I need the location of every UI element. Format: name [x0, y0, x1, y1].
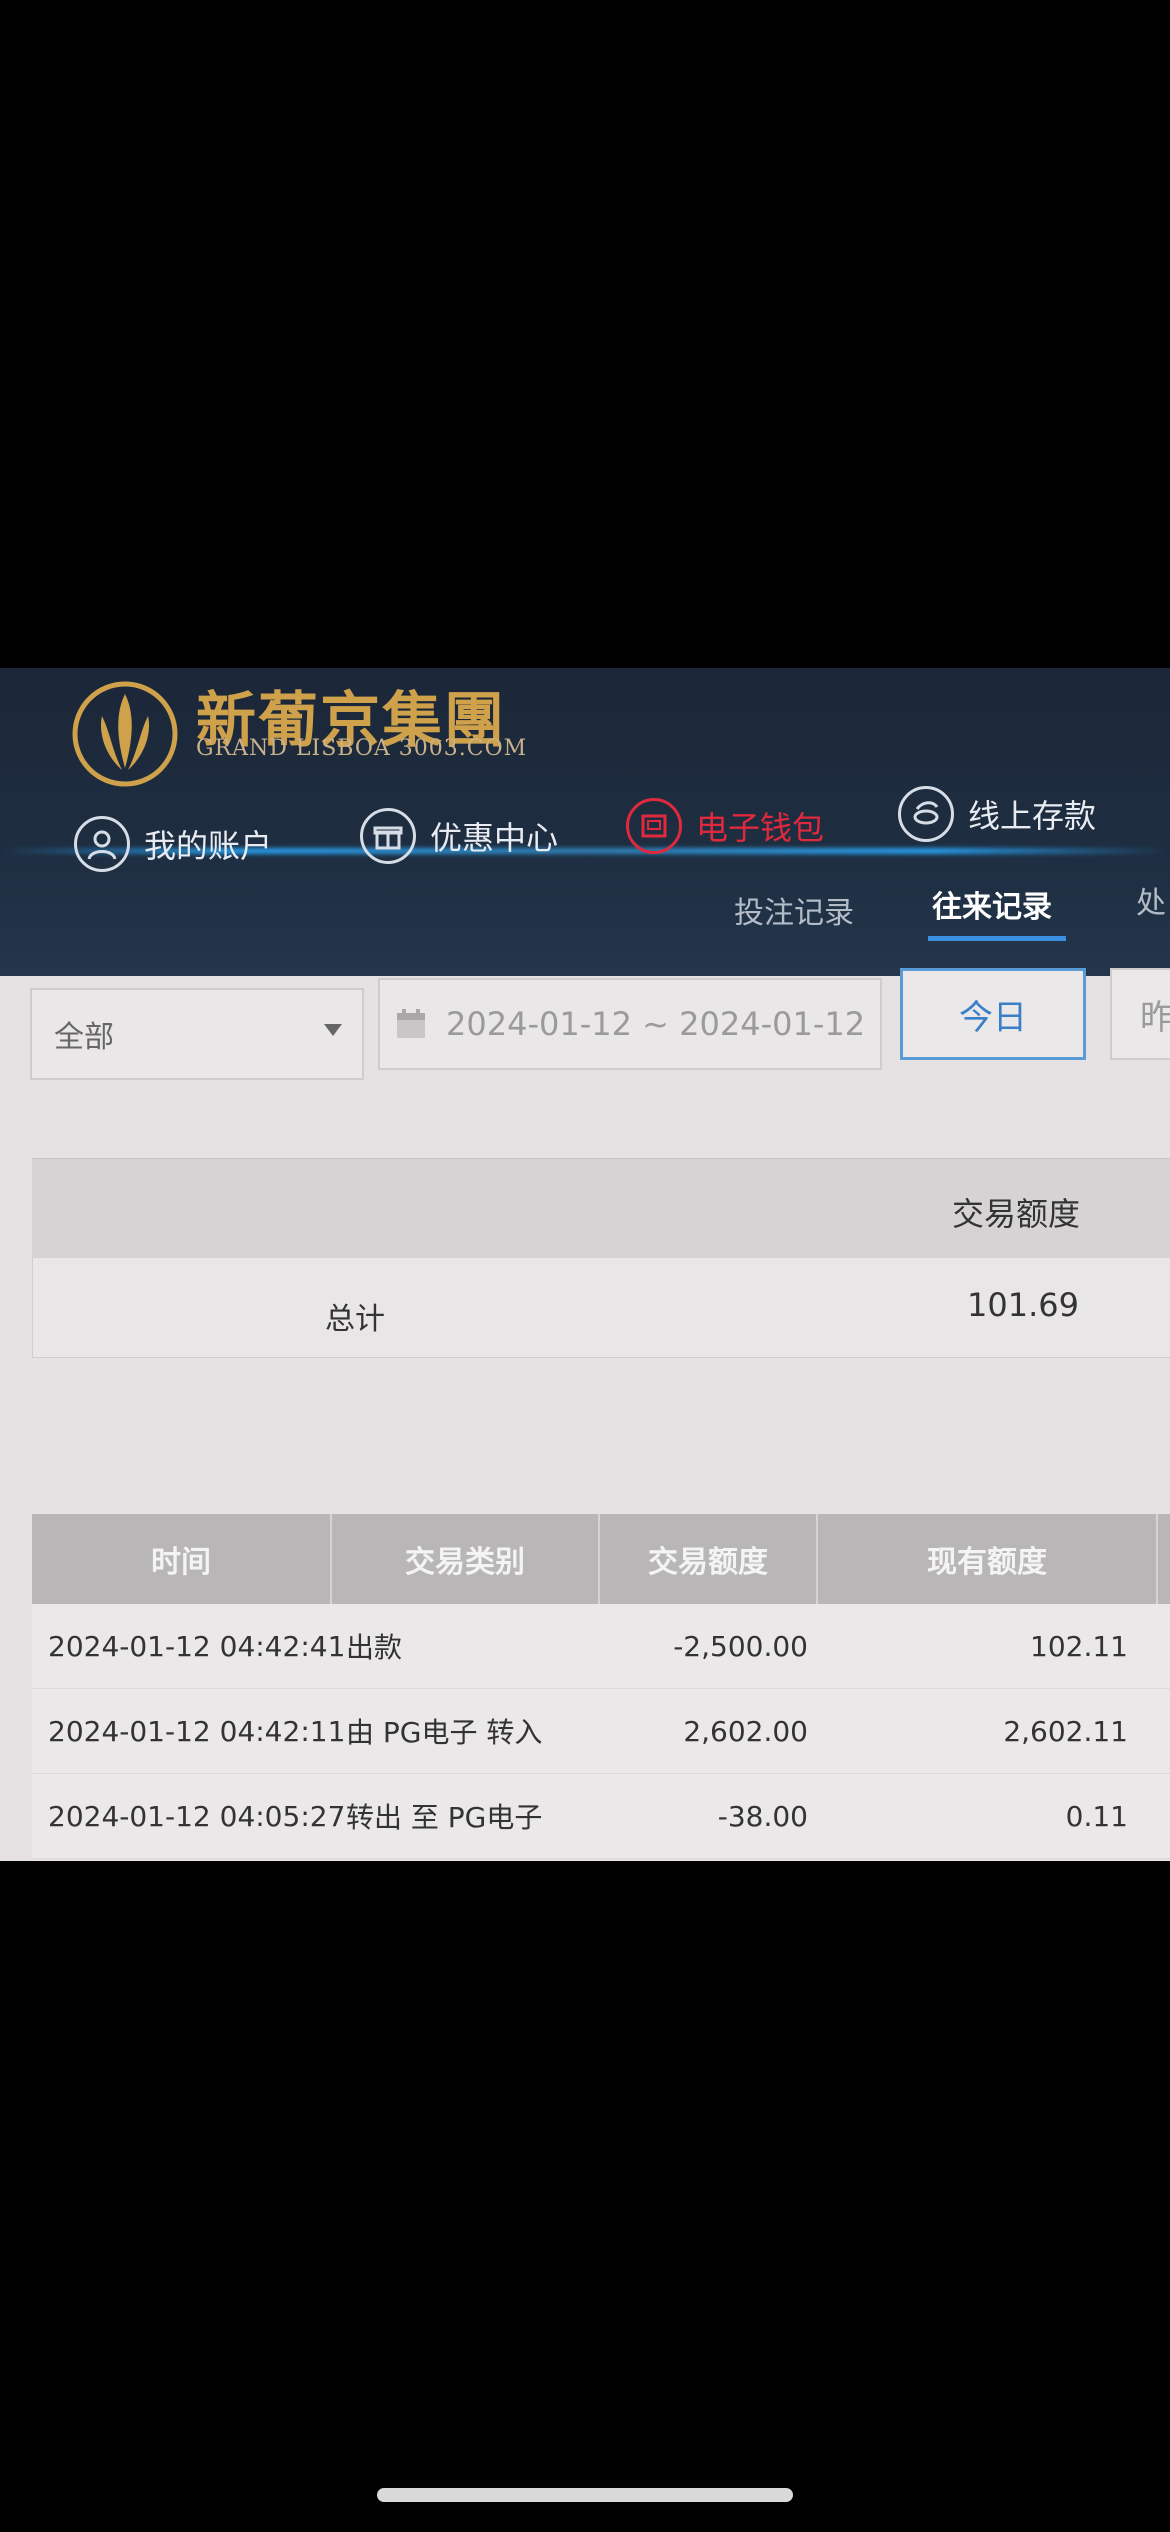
cell-amount: 2,602.00 [683, 1714, 808, 1748]
summary-total-row: 总计 101.69 [32, 1258, 1170, 1358]
today-button[interactable]: 今日 [900, 968, 1086, 1060]
transactions-table: 时间 交易类别 交易额度 现有额度 2024-01-12 04:42:41 出款… [32, 1514, 1170, 1859]
summary-header: 交易额度 [32, 1158, 1170, 1258]
wallet-icon [626, 798, 682, 854]
cell-type: 转出 至 PG电子 [346, 1801, 543, 1834]
column-header-time: 时间 [32, 1514, 332, 1604]
summary-amount-header: 交易额度 [952, 1195, 1081, 1233]
table-row: 2024-01-12 04:42:41 出款 -2,500.00 102.11 [32, 1604, 1170, 1689]
lotus-logo-icon [72, 681, 178, 787]
nav-online-deposit[interactable]: 线上存款 [898, 786, 1096, 842]
cell-time: 2024-01-12 04:42:41 [48, 1629, 346, 1663]
column-header-amount: 交易额度 [600, 1514, 818, 1604]
user-icon [74, 816, 130, 872]
deposit-icon [898, 786, 954, 842]
date-range-input[interactable]: 2024-01-12 ~ 2024-01-12 [378, 978, 882, 1070]
cell-balance: 102.11 [1030, 1629, 1128, 1663]
type-select-value: 全部 [54, 1020, 114, 1055]
nav-my-account[interactable]: 我的账户 [74, 816, 272, 872]
nav-promotions[interactable]: 优惠中心 [360, 808, 558, 864]
cell-amount: -2,500.00 [673, 1629, 808, 1663]
table-row: 2024-01-12 04:05:27 转出 至 PG电子 -38.00 0.1… [32, 1774, 1170, 1859]
column-header-type: 交易类别 [332, 1514, 600, 1604]
table-row: 2024-01-12 04:42:11 由 PG电子 转入 2,602.00 2… [32, 1689, 1170, 1774]
cell-time: 2024-01-12 04:42:11 [48, 1714, 346, 1748]
tab-bet-records[interactable]: 投注记录 [734, 888, 854, 932]
cell-time: 2024-01-12 04:05:27 [48, 1799, 346, 1833]
cell-type: 由 PG电子 转入 [346, 1716, 543, 1749]
table-header: 时间 交易类别 交易额度 现有额度 [32, 1514, 1170, 1604]
cell-balance: 2,602.11 [1003, 1714, 1128, 1748]
total-value: 101.69 [967, 1286, 1079, 1324]
app-screen: 新葡京集團 GRAND LISBOA 3003.COM 我的账户 优惠中心 电子… [0, 668, 1170, 1861]
cell-balance: 0.11 [1065, 1799, 1128, 1833]
chevron-down-icon [324, 1024, 342, 1036]
nav-label: 优惠中心 [430, 819, 559, 857]
date-range-value: 2024-01-12 ~ 2024-01-12 [446, 1005, 866, 1043]
active-tab-underline [928, 936, 1066, 941]
column-header-balance: 现有额度 [818, 1514, 1158, 1604]
site-header: 新葡京集團 GRAND LISBOA 3003.COM 我的账户 优惠中心 电子… [0, 668, 1170, 976]
nav-label: 电子钱包 [696, 809, 825, 847]
nav-label: 我的账户 [144, 827, 273, 865]
cell-amount: -38.00 [717, 1799, 808, 1833]
yesterday-button[interactable]: 昨 [1110, 968, 1170, 1060]
tab-more[interactable]: 处 [1136, 878, 1166, 922]
tab-transaction-records[interactable]: 往来记录 [932, 882, 1052, 926]
total-label: 总计 [325, 1302, 385, 1337]
calendar-icon [397, 1009, 425, 1038]
cell-type: 出款 [346, 1631, 403, 1664]
nav-e-wallet[interactable]: 电子钱包 [626, 798, 824, 854]
gift-icon [360, 808, 416, 864]
home-indicator[interactable] [377, 2488, 793, 2502]
nav-label: 线上存款 [968, 797, 1097, 835]
brand-name-en: GRAND LISBOA 3003.COM [196, 736, 528, 761]
type-select[interactable]: 全部 [30, 988, 364, 1080]
